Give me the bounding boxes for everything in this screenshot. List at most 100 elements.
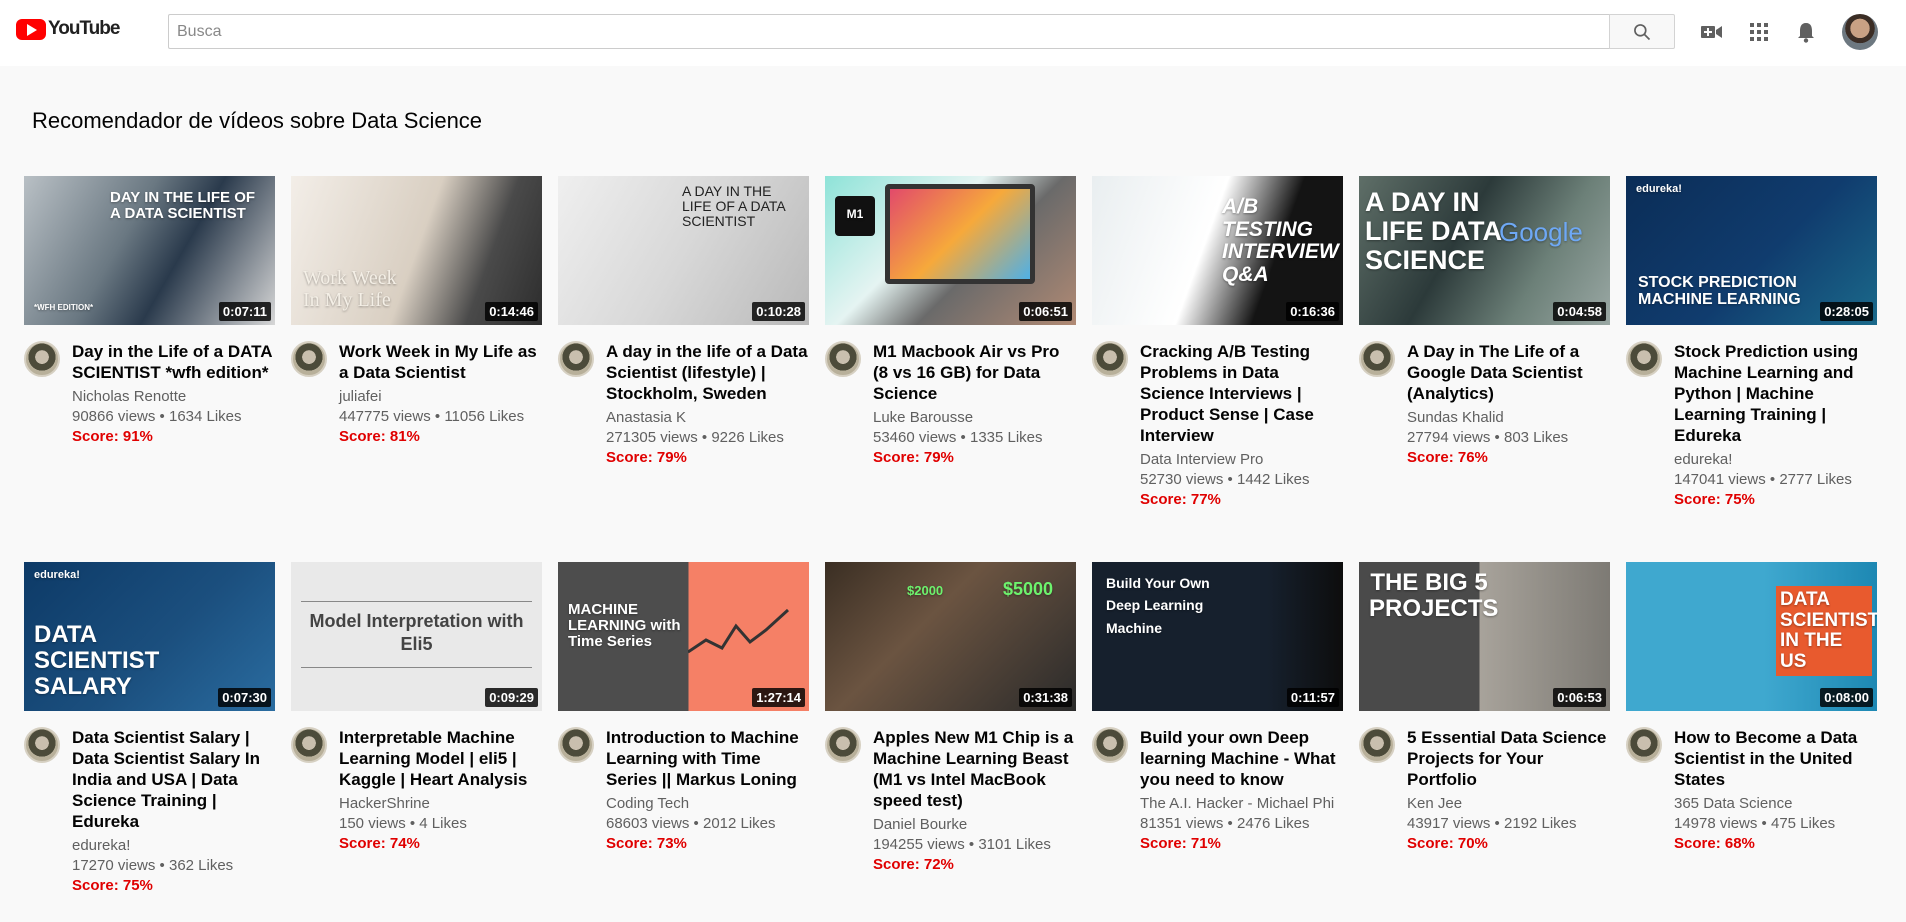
notifications-bell-icon[interactable] xyxy=(1794,20,1818,44)
recommendation-score: Score: 79% xyxy=(606,449,687,466)
channel-avatar[interactable] xyxy=(1359,727,1395,763)
channel-name[interactable]: HackerShrine xyxy=(339,794,542,814)
video-thumbnail[interactable]: M1 0:06:51 xyxy=(825,176,1076,325)
video-title[interactable]: How to Become a Data Scientist in the Un… xyxy=(1674,727,1877,790)
video-stats: 447775 views • 11056 Likes xyxy=(339,408,525,425)
channel-avatar[interactable] xyxy=(825,341,861,377)
thumbnail-caption: Build Your Own Deep Learning Machine xyxy=(1106,575,1210,636)
apps-grid-icon[interactable] xyxy=(1747,20,1771,44)
video-card[interactable]: MACHINE LEARNING with Time Series 1:27:1… xyxy=(558,562,809,854)
video-duration: 0:09:29 xyxy=(485,688,538,707)
video-title[interactable]: A Day in The Life of a Google Data Scien… xyxy=(1407,341,1610,404)
create-video-icon[interactable] xyxy=(1700,20,1724,44)
channel-name[interactable]: Daniel Bourke xyxy=(873,815,1076,835)
video-title[interactable]: M1 Macbook Air vs Pro (8 vs 16 GB) for D… xyxy=(873,341,1076,404)
video-card[interactable]: A/B TESTING INTERVIEW Q&A 0:16:36 Cracki… xyxy=(1092,176,1343,510)
channel-avatar[interactable] xyxy=(24,341,60,377)
video-title[interactable]: Build your own Deep learning Machine - W… xyxy=(1140,727,1343,790)
video-card[interactable]: edureka! STOCK PREDICTION MACHINE LEARNI… xyxy=(1626,176,1877,510)
video-title[interactable]: Day in the Life of a DATA SCIENTIST *wfh… xyxy=(72,341,275,383)
video-card[interactable]: Work Week In My Life 0:14:46 Work Week i… xyxy=(291,176,542,447)
video-stats: 14978 views • 475 Likes xyxy=(1674,815,1836,832)
video-card[interactable]: DATA SCIENTIST IN THE US 0:08:00 How to … xyxy=(1626,562,1877,854)
recommendation-score: Score: 81% xyxy=(339,428,420,445)
channel-name[interactable]: Ken Jee xyxy=(1407,794,1610,814)
video-thumbnail[interactable]: $5000 $2000 0:31:38 xyxy=(825,562,1076,711)
video-thumbnail[interactable]: A/B TESTING INTERVIEW Q&A 0:16:36 xyxy=(1092,176,1343,325)
channel-avatar[interactable] xyxy=(1626,341,1662,377)
channel-avatar[interactable] xyxy=(1092,727,1128,763)
video-duration: 0:07:30 xyxy=(218,688,271,707)
video-duration: 0:31:38 xyxy=(1019,688,1072,707)
video-title[interactable]: Work Week in My Life as a Data Scientist xyxy=(339,341,542,383)
logo-text: YouTube xyxy=(48,18,120,39)
video-card[interactable]: edureka! DATA SCIENTIST SALARY 0:07:30 D… xyxy=(24,562,275,896)
channel-avatar[interactable] xyxy=(558,727,594,763)
video-stats: 194255 views • 3101 Likes xyxy=(873,836,1051,853)
video-thumbnail[interactable]: edureka! DATA SCIENTIST SALARY 0:07:30 xyxy=(24,562,275,711)
video-thumbnail[interactable]: THE BIG 5 PROJECTS 0:06:53 xyxy=(1359,562,1610,711)
channel-name[interactable]: Luke Barousse xyxy=(873,408,1076,428)
video-duration: 1:27:14 xyxy=(752,688,805,707)
channel-name[interactable]: 365 Data Science xyxy=(1674,794,1877,814)
channel-name[interactable]: Nicholas Renotte xyxy=(72,387,275,407)
video-card[interactable]: THE BIG 5 PROJECTS 0:06:53 5 Essential D… xyxy=(1359,562,1610,854)
thumbnail-caption: M1 xyxy=(835,196,875,236)
video-title[interactable]: Stock Prediction using Machine Learning … xyxy=(1674,341,1877,446)
channel-avatar[interactable] xyxy=(1092,341,1128,377)
channel-name[interactable]: Data Interview Pro xyxy=(1140,450,1343,470)
video-card[interactable]: $5000 $2000 0:31:38 Apples New M1 Chip i… xyxy=(825,562,1076,875)
divider-line xyxy=(301,667,532,668)
laptop-screen xyxy=(885,184,1035,284)
video-card[interactable]: A DAY IN LIFE DATA SCIENCE Google 0:04:5… xyxy=(1359,176,1610,468)
video-title[interactable]: Interpretable Machine Learning Model | e… xyxy=(339,727,542,790)
video-title[interactable]: Introduction to Machine Learning with Ti… xyxy=(606,727,809,790)
channel-avatar[interactable] xyxy=(291,727,327,763)
video-stats: 52730 views • 1442 Likes xyxy=(1140,471,1310,488)
divider-line xyxy=(301,601,532,602)
video-card[interactable]: A DAY IN THE LIFE OF A DATA SCIENTIST 0:… xyxy=(558,176,809,468)
youtube-logo[interactable]: YouTube xyxy=(16,18,120,40)
video-duration: 0:08:00 xyxy=(1820,688,1873,707)
search-input[interactable] xyxy=(168,14,1609,49)
video-thumbnail[interactable]: A DAY IN LIFE DATA SCIENCE Google 0:04:5… xyxy=(1359,176,1610,325)
video-duration: 0:06:53 xyxy=(1553,688,1606,707)
video-card[interactable]: Build Your Own Deep Learning Machine 0:1… xyxy=(1092,562,1343,854)
video-thumbnail[interactable]: MACHINE LEARNING with Time Series 1:27:1… xyxy=(558,562,809,711)
video-title[interactable]: Cracking A/B Testing Problems in Data Sc… xyxy=(1140,341,1343,446)
channel-name[interactable]: juliafei xyxy=(339,387,542,407)
channel-name[interactable]: Anastasia K xyxy=(606,408,809,428)
channel-avatar[interactable] xyxy=(24,727,60,763)
channel-avatar[interactable] xyxy=(1359,341,1395,377)
recommendation-score: Score: 75% xyxy=(1674,491,1755,508)
channel-avatar[interactable] xyxy=(558,341,594,377)
video-thumbnail[interactable]: DAY IN THE LIFE OF A DATA SCIENTIST *WFH… xyxy=(24,176,275,325)
channel-name[interactable]: Sundas Khalid xyxy=(1407,408,1610,428)
user-avatar[interactable] xyxy=(1842,14,1878,50)
recommendation-score: Score: 68% xyxy=(1674,835,1755,852)
channel-name[interactable]: edureka! xyxy=(1674,450,1877,470)
video-card[interactable]: Model Interpretation with Eli5 0:09:29 I… xyxy=(291,562,542,854)
video-title[interactable]: Apples New M1 Chip is a Machine Learning… xyxy=(873,727,1076,811)
channel-name[interactable]: Coding Tech xyxy=(606,794,809,814)
channel-name[interactable]: The A.I. Hacker - Michael Phi xyxy=(1140,794,1343,814)
channel-avatar[interactable] xyxy=(1626,727,1662,763)
video-card[interactable]: M1 0:06:51 M1 Macbook Air vs Pro (8 vs 1… xyxy=(825,176,1076,468)
video-thumbnail[interactable]: Build Your Own Deep Learning Machine 0:1… xyxy=(1092,562,1343,711)
video-thumbnail[interactable]: A DAY IN THE LIFE OF A DATA SCIENTIST 0:… xyxy=(558,176,809,325)
thumbnail-caption: THE BIG 5 PROJECTS xyxy=(1369,569,1499,622)
channel-name[interactable]: edureka! xyxy=(72,836,275,856)
channel-avatar[interactable] xyxy=(825,727,861,763)
video-title[interactable]: 5 Essential Data Science Projects for Yo… xyxy=(1407,727,1610,790)
thumbnail-caption: Work Week In My Life xyxy=(303,267,397,311)
channel-avatar[interactable] xyxy=(291,341,327,377)
video-thumbnail[interactable]: edureka! STOCK PREDICTION MACHINE LEARNI… xyxy=(1626,176,1877,325)
video-duration: 0:16:36 xyxy=(1286,302,1339,321)
video-card[interactable]: DAY IN THE LIFE OF A DATA SCIENTIST *WFH… xyxy=(24,176,275,447)
video-thumbnail[interactable]: Work Week In My Life 0:14:46 xyxy=(291,176,542,325)
video-title[interactable]: Data Scientist Salary | Data Scientist S… xyxy=(72,727,275,832)
video-title[interactable]: A day in the life of a Data Scientist (l… xyxy=(606,341,809,404)
video-thumbnail[interactable]: DATA SCIENTIST IN THE US 0:08:00 xyxy=(1626,562,1877,711)
search-button[interactable] xyxy=(1609,14,1675,49)
video-thumbnail[interactable]: Model Interpretation with Eli5 0:09:29 xyxy=(291,562,542,711)
